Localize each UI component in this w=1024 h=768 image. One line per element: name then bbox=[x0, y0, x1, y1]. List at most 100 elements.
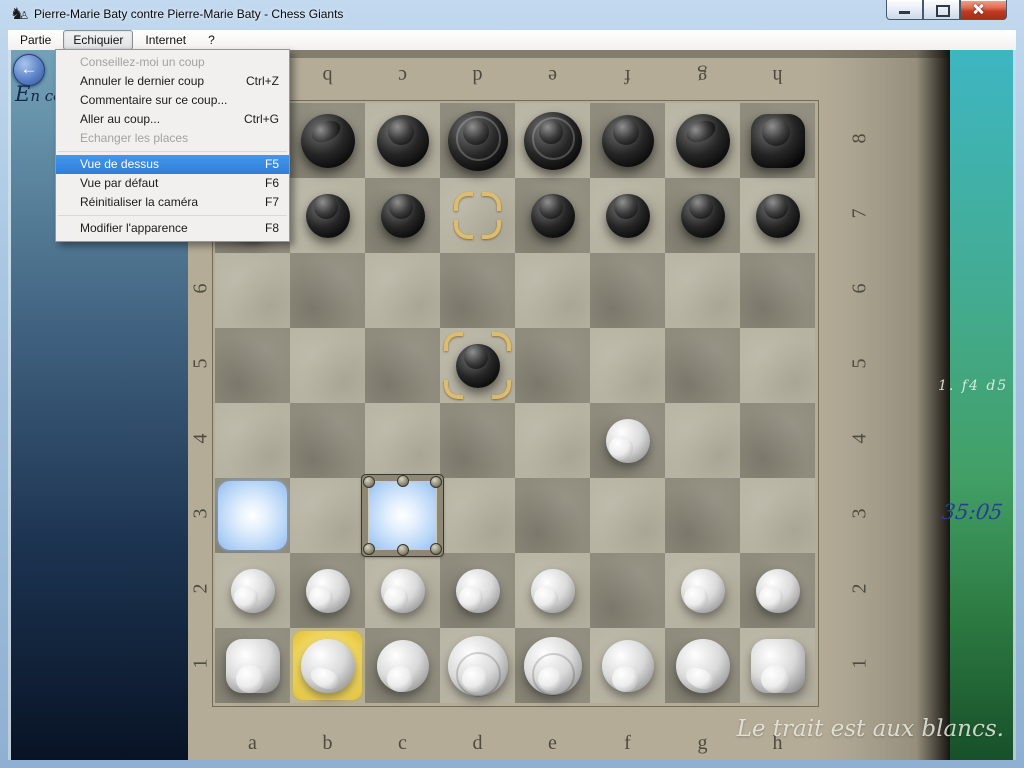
piece-black-bishop-c8[interactable] bbox=[365, 103, 440, 178]
menu-item-commentaire-sur-ce-coup[interactable]: Commentaire sur ce coup... bbox=[56, 91, 289, 110]
piece-white-rook-h1[interactable] bbox=[740, 628, 815, 703]
window-title: Pierre-Marie Baty contre Pierre-Marie Ba… bbox=[34, 7, 343, 21]
file-label-top-c: c bbox=[365, 64, 440, 87]
file-label-top-g: g bbox=[665, 64, 740, 87]
file-label-bottom-d: d bbox=[440, 732, 515, 755]
piece-white-king-e1[interactable] bbox=[515, 628, 590, 703]
square-e5[interactable] bbox=[515, 328, 590, 403]
square-a5[interactable] bbox=[215, 328, 290, 403]
square-f3[interactable] bbox=[590, 478, 665, 553]
minimize-button[interactable] bbox=[886, 0, 923, 20]
square-d3[interactable] bbox=[440, 478, 515, 553]
square-b5[interactable] bbox=[290, 328, 365, 403]
piece-head bbox=[459, 586, 483, 610]
piece-white-pawn-h2[interactable] bbox=[740, 553, 815, 628]
piece-white-pawn-f4[interactable] bbox=[590, 403, 665, 478]
square-g4[interactable] bbox=[665, 403, 740, 478]
rank-label-right-6: 6 bbox=[849, 277, 872, 301]
square-h3[interactable] bbox=[740, 478, 815, 553]
piece-white-pawn-a2[interactable] bbox=[215, 553, 290, 628]
piece-white-knight-g1[interactable] bbox=[665, 628, 740, 703]
piece-black-rook-h8[interactable] bbox=[740, 103, 815, 178]
menu-item-echanger-les-places: Echanger les places bbox=[56, 129, 289, 148]
square-c5[interactable] bbox=[365, 328, 440, 403]
menu-item-vue-par-defaut[interactable]: Vue par défautF6 bbox=[56, 174, 289, 193]
menubar-item-[interactable]: ? bbox=[198, 30, 225, 50]
menu-item-label: Modifier l'apparence bbox=[80, 219, 188, 238]
piece-white-bishop-f1[interactable] bbox=[590, 628, 665, 703]
square-g5[interactable] bbox=[665, 328, 740, 403]
menu-item-label: Echanger les places bbox=[80, 129, 188, 148]
menubar-item-internet[interactable]: Internet bbox=[135, 30, 196, 50]
piece-head bbox=[761, 665, 789, 693]
piece-black-pawn-b7[interactable] bbox=[290, 178, 365, 253]
menu-item-annuler-le-dernier-coup[interactable]: Annuler le dernier coupCtrl+Z bbox=[56, 72, 289, 91]
piece-head bbox=[759, 586, 783, 610]
piece-white-pawn-b2[interactable] bbox=[290, 553, 365, 628]
piece-black-pawn-f7[interactable] bbox=[590, 178, 665, 253]
maximize-button[interactable] bbox=[923, 0, 960, 20]
piece-black-king-e8[interactable] bbox=[515, 103, 590, 178]
square-f6[interactable] bbox=[590, 253, 665, 328]
piece-black-bishop-f8[interactable] bbox=[590, 103, 665, 178]
menubar-item-echiquier[interactable]: Echiquier bbox=[63, 30, 133, 50]
file-label-top-e: e bbox=[515, 64, 590, 87]
square-b4[interactable] bbox=[290, 403, 365, 478]
square-a4[interactable] bbox=[215, 403, 290, 478]
square-g6[interactable] bbox=[665, 253, 740, 328]
piece-black-pawn-c7[interactable] bbox=[365, 178, 440, 253]
square-e3[interactable] bbox=[515, 478, 590, 553]
piece-head bbox=[534, 586, 558, 610]
piece-black-pawn-e7[interactable] bbox=[515, 178, 590, 253]
file-label-top-h: h bbox=[740, 64, 815, 87]
piece-white-pawn-e2[interactable] bbox=[515, 553, 590, 628]
close-button[interactable] bbox=[960, 0, 1007, 20]
piece-white-rook-a1[interactable] bbox=[215, 628, 290, 703]
square-b3[interactable] bbox=[290, 478, 365, 553]
piece-black-queen-d8[interactable] bbox=[440, 103, 515, 178]
piece-black-knight-g8[interactable] bbox=[665, 103, 740, 178]
square-d4[interactable] bbox=[440, 403, 515, 478]
piece-head bbox=[384, 586, 408, 610]
piece-white-queen-d1[interactable] bbox=[440, 628, 515, 703]
piece-black-knight-b8[interactable] bbox=[290, 103, 365, 178]
square-h4[interactable] bbox=[740, 403, 815, 478]
square-e6[interactable] bbox=[515, 253, 590, 328]
square-c4[interactable] bbox=[365, 403, 440, 478]
rank-label-right-2: 2 bbox=[849, 577, 872, 601]
menu-item-aller-au-coup[interactable]: Aller au coup...Ctrl+G bbox=[56, 110, 289, 129]
square-h5[interactable] bbox=[740, 328, 815, 403]
rank-label-left-2: 2 bbox=[190, 577, 213, 601]
menu-separator bbox=[58, 151, 287, 152]
menu-item-label: Conseillez-moi un coup bbox=[80, 53, 205, 72]
piece-white-pawn-g2[interactable] bbox=[665, 553, 740, 628]
piece-black-pawn-h7[interactable] bbox=[740, 178, 815, 253]
echiquier-dropdown-menu: Conseillez-moi un coupAnnuler le dernier… bbox=[55, 49, 290, 242]
file-label-bottom-f: f bbox=[590, 732, 665, 755]
menu-item-shortcut: Ctrl+Z bbox=[246, 72, 279, 91]
piece-white-knight-b1[interactable] bbox=[290, 628, 365, 703]
piece-black-pawn-g7[interactable] bbox=[665, 178, 740, 253]
rank-label-right-8: 8 bbox=[849, 127, 872, 151]
menu-item-shortcut: Ctrl+G bbox=[244, 110, 279, 129]
square-c6[interactable] bbox=[365, 253, 440, 328]
rank-label-left-3: 3 bbox=[190, 502, 213, 526]
menubar-item-partie[interactable]: Partie bbox=[10, 30, 61, 50]
piece-white-pawn-d2[interactable] bbox=[440, 553, 515, 628]
menu-item-reinitialiser-la-camera[interactable]: Réinitialiser la caméraF7 bbox=[56, 193, 289, 212]
menu-item-modifier-l-apparence[interactable]: Modifier l'apparenceF8 bbox=[56, 219, 289, 238]
piece-white-pawn-c2[interactable] bbox=[365, 553, 440, 628]
square-b6[interactable] bbox=[290, 253, 365, 328]
file-label-bottom-b: b bbox=[290, 732, 365, 755]
square-a6[interactable] bbox=[215, 253, 290, 328]
piece-white-bishop-c1[interactable] bbox=[365, 628, 440, 703]
piece-black-pawn-d5[interactable] bbox=[440, 328, 515, 403]
square-d6[interactable] bbox=[440, 253, 515, 328]
square-f5[interactable] bbox=[590, 328, 665, 403]
square-g3[interactable] bbox=[665, 478, 740, 553]
square-h6[interactable] bbox=[740, 253, 815, 328]
square-e4[interactable] bbox=[515, 403, 590, 478]
square-f2[interactable] bbox=[590, 553, 665, 628]
square-d7[interactable] bbox=[440, 178, 515, 253]
menu-item-vue-de-dessus[interactable]: Vue de dessusF5 bbox=[56, 155, 289, 174]
